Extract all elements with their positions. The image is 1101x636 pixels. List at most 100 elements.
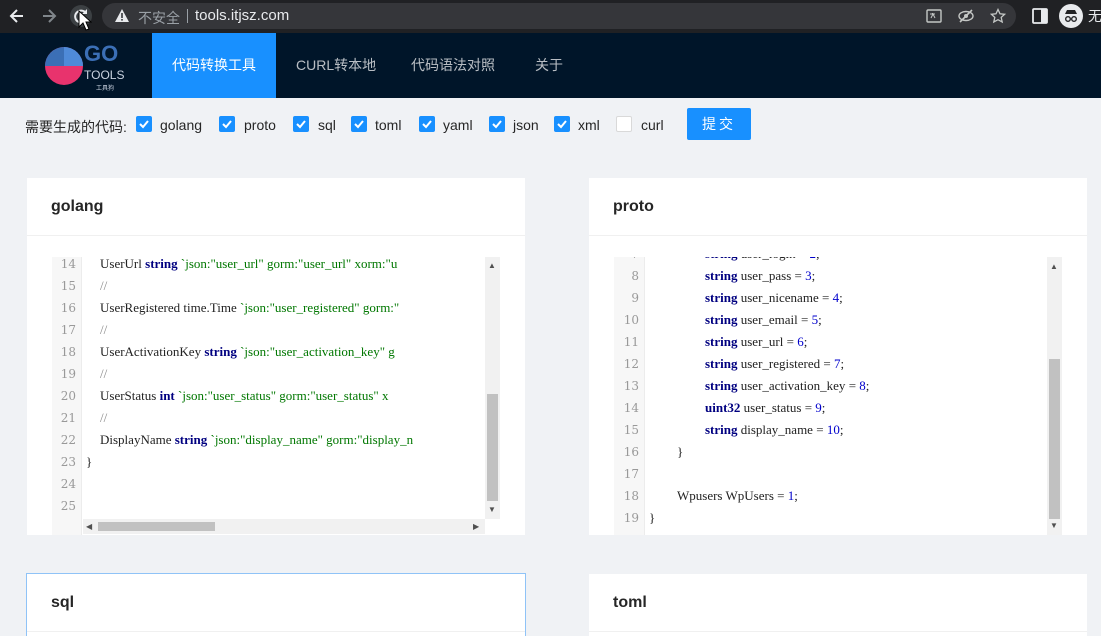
line-number: 23 bbox=[60, 455, 76, 469]
scroll-up-icon[interactable]: ▲ bbox=[488, 261, 496, 271]
golang-checkbox-label[interactable]: golang bbox=[160, 117, 202, 133]
code-options-bar: 需要生成的代码: golang proto sql toml yaml json… bbox=[0, 98, 1101, 152]
star-icon[interactable] bbox=[990, 8, 1006, 24]
yaml-checkbox[interactable] bbox=[419, 116, 435, 132]
json-checkbox-label[interactable]: json bbox=[513, 117, 539, 133]
toml-checkbox-label[interactable]: toml bbox=[375, 117, 401, 133]
menu-item-code-convert[interactable]: 代码转换工具 bbox=[152, 33, 276, 98]
line-number: 17 bbox=[60, 323, 76, 337]
curl-checkbox[interactable] bbox=[616, 116, 632, 132]
proto-checkbox[interactable] bbox=[219, 116, 235, 132]
scroll-down-icon[interactable]: ▼ bbox=[1050, 521, 1058, 531]
curl-checkbox-label[interactable]: curl bbox=[641, 117, 664, 133]
line-number: 15 bbox=[623, 423, 639, 437]
line-number: 17 bbox=[623, 467, 639, 481]
code-line: // bbox=[100, 410, 108, 425]
line-number: 15 bbox=[60, 279, 76, 293]
code-line: } bbox=[677, 444, 684, 459]
line-number: 21 bbox=[60, 411, 76, 425]
sql-checkbox-label[interactable]: sql bbox=[318, 117, 336, 133]
code-line: string user_url = 6; bbox=[705, 334, 808, 349]
code-line: string user_registered = 7; bbox=[705, 356, 845, 371]
golang-card-title: golang bbox=[27, 178, 525, 236]
xml-checkbox[interactable] bbox=[554, 116, 570, 132]
code-line: } bbox=[86, 454, 93, 469]
code-line: UserRegistered time.Time `json:"user_reg… bbox=[100, 300, 400, 315]
sql-checkbox[interactable] bbox=[293, 116, 309, 132]
scroll-up-icon[interactable]: ▲ bbox=[1050, 262, 1058, 272]
options-label: 需要生成的代码: bbox=[25, 119, 127, 135]
code-line: string user_nicename = 4; bbox=[705, 290, 843, 305]
line-number: 25 bbox=[60, 499, 76, 513]
back-icon[interactable] bbox=[6, 5, 28, 27]
toml-checkbox[interactable] bbox=[351, 116, 367, 132]
code-line: string user_login = 2; bbox=[705, 257, 820, 262]
gotools-logo[interactable]: GO TOOLS 工具狗 bbox=[44, 40, 136, 92]
proto-card-title: proto bbox=[589, 178, 1087, 236]
line-number: 18 bbox=[60, 345, 76, 359]
proto-code-editor[interactable]: 7 8 9 10 11 12 13 14 15 16 17 18 19 string user_logi… bbox=[614, 257, 1063, 535]
yaml-checkbox-label[interactable]: yaml bbox=[443, 117, 473, 133]
code-line: string display_name = 10; bbox=[705, 422, 844, 437]
toml-card-title: toml bbox=[589, 574, 1087, 632]
horizontal-scrollbar[interactable]: ◀ ▶ bbox=[83, 519, 485, 534]
menu-item-syntax[interactable]: 代码语法对照 bbox=[391, 33, 515, 98]
line-number: 22 bbox=[60, 433, 76, 447]
code-line: uint32 user_status = 9; bbox=[705, 400, 826, 415]
line-number: 9 bbox=[631, 291, 639, 305]
warning-icon bbox=[115, 9, 129, 22]
line-number: 16 bbox=[60, 301, 76, 315]
line-number: 19 bbox=[60, 367, 76, 381]
toml-card: toml bbox=[589, 574, 1087, 636]
code-line: // bbox=[100, 278, 108, 293]
code-line: UserUrl string `json:"user_url" gorm:"us… bbox=[100, 257, 398, 271]
insecure-label: 不安全 bbox=[138, 10, 180, 26]
scroll-down-icon[interactable]: ▼ bbox=[488, 505, 496, 515]
line-number: 16 bbox=[623, 445, 639, 459]
submit-button[interactable]: 提交 bbox=[687, 108, 751, 140]
line-number: 7 bbox=[614, 257, 639, 261]
divider bbox=[187, 9, 188, 23]
code-line: Wpusers WpUsers = 1; bbox=[677, 488, 798, 503]
code-line: string user_activation_key = 8; bbox=[705, 378, 870, 393]
json-checkbox[interactable] bbox=[489, 116, 505, 132]
line-number: 12 bbox=[623, 357, 639, 371]
golang-checkbox[interactable] bbox=[136, 116, 152, 132]
logo-text: GO bbox=[84, 41, 118, 66]
code-line: UserActivationKey string `json:"user_act… bbox=[100, 344, 395, 359]
scrollbar-thumb[interactable] bbox=[1049, 359, 1060, 519]
golang-code-editor[interactable]: 14 15 16 17 18 19 20 21 22 23 24 25 UserUrl string … bbox=[52, 257, 500, 535]
side-panel-icon[interactable] bbox=[1030, 6, 1050, 26]
scrollbar-thumb[interactable] bbox=[98, 522, 215, 531]
sql-card-title: sql bbox=[27, 574, 525, 632]
line-number: 24 bbox=[60, 477, 76, 491]
line-number: 10 bbox=[623, 313, 639, 327]
url-text[interactable]: tools.itjsz.com bbox=[195, 7, 289, 24]
code-line: // bbox=[100, 322, 108, 337]
menu-item-about[interactable]: 关于 bbox=[515, 33, 583, 98]
profile-label: 无 bbox=[1088, 8, 1101, 24]
menu-item-curl[interactable]: CURL转本地 bbox=[276, 33, 396, 98]
scroll-right-icon[interactable]: ▶ bbox=[473, 522, 479, 532]
incognito-avatar[interactable] bbox=[1059, 4, 1083, 28]
code-line: DisplayName string `json:"display_name" … bbox=[100, 432, 414, 447]
code-line: string user_pass = 3; bbox=[705, 268, 816, 283]
vertical-scrollbar[interactable]: ▲ ▼ bbox=[485, 257, 500, 519]
xml-checkbox-label[interactable]: xml bbox=[578, 117, 600, 133]
logo-tag: 工具狗 bbox=[96, 84, 114, 92]
address-bar[interactable]: 不安全 tools.itjsz.com bbox=[102, 3, 1016, 29]
scrollbar-thumb[interactable] bbox=[487, 394, 498, 501]
code-line: UserStatus int `json:"user_status" gorm:… bbox=[100, 388, 389, 403]
vertical-scrollbar[interactable]: ▲ ▼ bbox=[1047, 257, 1062, 535]
proto-checkbox-label[interactable]: proto bbox=[244, 117, 276, 133]
forward-icon[interactable] bbox=[38, 5, 60, 27]
line-number: 14 bbox=[60, 257, 76, 271]
mouse-cursor-icon bbox=[78, 10, 92, 31]
logo-sub: TOOLS bbox=[84, 68, 124, 82]
line-number: 11 bbox=[623, 335, 639, 349]
scroll-left-icon[interactable]: ◀ bbox=[86, 522, 92, 532]
browser-toolbar: 不安全 tools.itjsz.com 无 bbox=[0, 0, 1101, 33]
eye-off-icon[interactable] bbox=[958, 8, 974, 24]
line-number: 18 bbox=[623, 489, 639, 503]
translate-icon[interactable] bbox=[926, 8, 942, 24]
